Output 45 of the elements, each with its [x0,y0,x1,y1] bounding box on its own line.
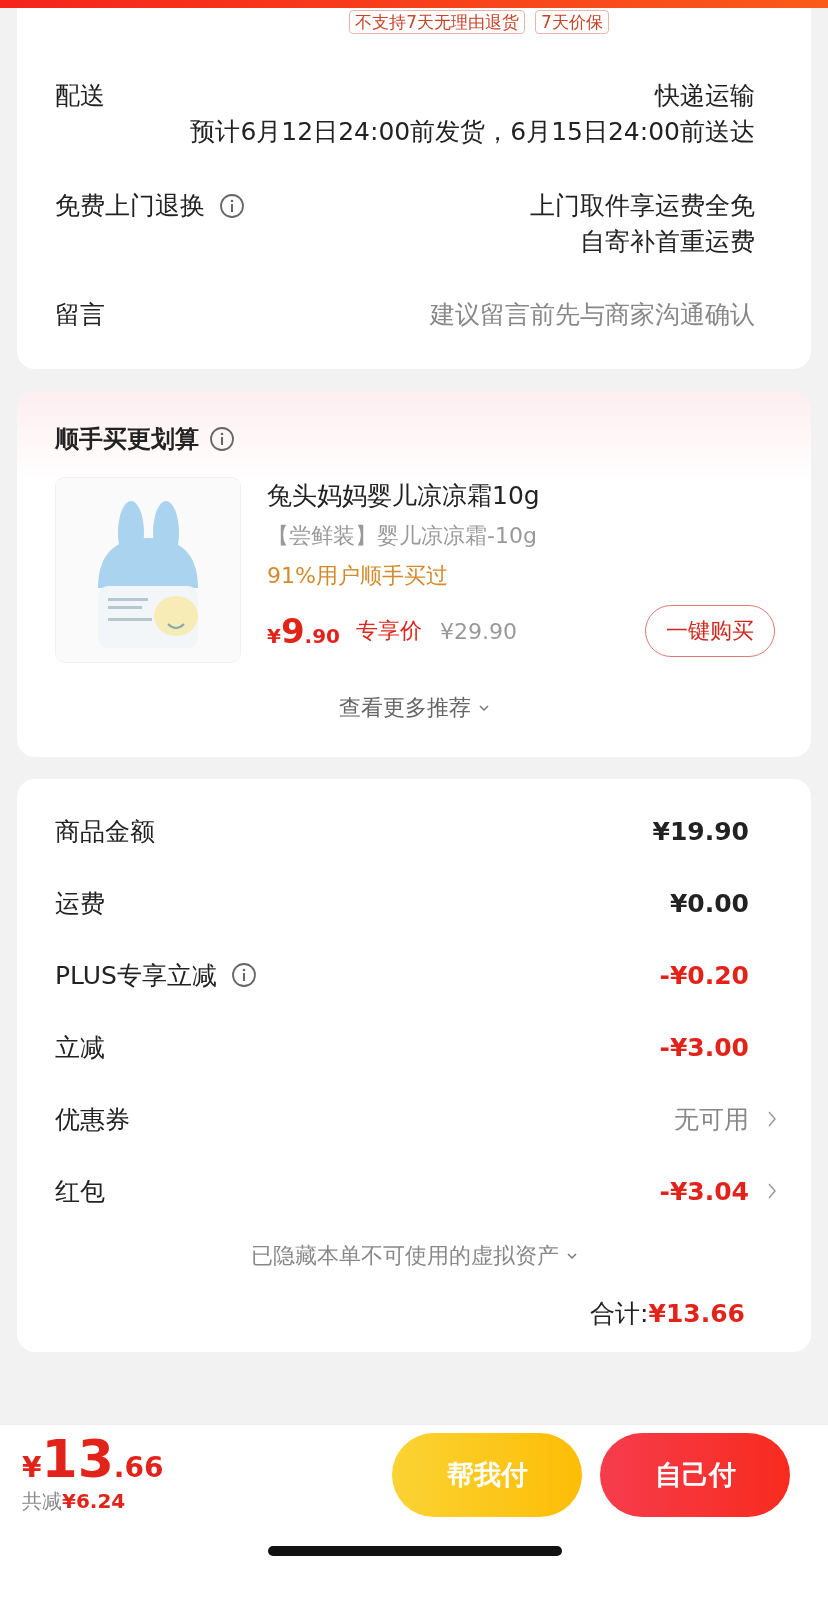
pay-button[interactable]: 自己付 [600,1433,790,1517]
row-label: 立减 [55,1031,105,1064]
hidden-assets-link[interactable]: 已隐藏本单不可使用的虚拟资产 [251,1241,559,1271]
total-value: ¥13.66 [648,1299,745,1328]
original-price: ¥29.90 [440,618,517,644]
section-title: 顺手买更划算 [55,424,199,455]
row-label: 留言 [55,299,105,331]
total-label: 合计: [590,1298,649,1330]
product-name[interactable]: 兔头妈妈婴儿凉凉霜10g [267,479,773,513]
row-label: PLUS专享立减 [55,959,217,992]
row-label: 红包 [55,1175,105,1208]
row-label: 运费 [55,887,105,920]
row-value: -¥0.20 [659,960,749,990]
row-label: 优惠券 [55,1103,130,1136]
pay-amount: ¥13.66 [22,1435,164,1491]
price-label: 专享价 [356,617,423,645]
row-label: 商品金额 [55,815,155,848]
row-value: ¥0.00 [669,888,749,918]
return-info: 上门取件享运费全免 [530,190,755,222]
product-spec: 【尝鲜装】婴儿凉凉霜-10g [267,522,538,550]
row-value[interactable]: 无可用 [674,1102,749,1136]
social-proof: 91%用户顺手买过 [267,562,449,590]
product-price: ¥9.90 [267,611,341,651]
info-icon[interactable] [230,962,257,988]
message-field[interactable]: 建议留言前先与商家沟通确认 [430,298,755,331]
buy-button[interactable]: 一键购买 [645,605,775,657]
chevron-right-icon[interactable] [767,1110,777,1128]
row-value: ¥19.90 [652,816,749,846]
row-label: 免费上门退换 [55,190,205,222]
chevron-down-icon [479,704,489,712]
info-icon[interactable] [209,426,235,452]
row-value[interactable]: -¥3.04 [659,1176,749,1206]
chevron-right-icon[interactable] [767,1182,777,1200]
delivery-estimate: 预计6月12日24:00前发货，6月15日24:00前送达 [190,116,755,148]
more-link[interactable]: 查看更多推荐 [339,693,471,723]
row-label: 配送 [55,80,105,112]
service-tag: 不支持7天无理由退货 [349,10,525,34]
saved-amount: ¥6.24 [62,1489,126,1513]
row-value: -¥3.00 [659,1032,749,1062]
chevron-down-icon [567,1252,577,1260]
return-info: 自寄补首重运费 [579,226,755,258]
service-tag: 7天价保 [535,10,609,34]
delivery-method: 快递运输 [653,80,755,112]
saved-label: 共减 [22,1489,62,1513]
info-icon[interactable] [219,193,245,219]
